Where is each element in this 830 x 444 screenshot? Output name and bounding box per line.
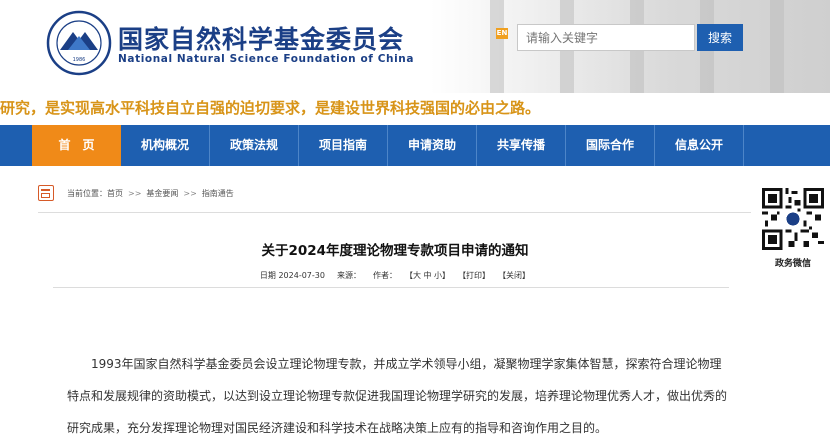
breadcrumb-notices[interactable]: 指南通告 <box>202 189 234 198</box>
breadcrumb-separator: >> <box>128 189 142 198</box>
site-title-cn[interactable]: 国家自然科学基金委员会 <box>118 20 404 56</box>
nav-guide[interactable]: 项目指南 <box>299 125 388 166</box>
font-size-toggle[interactable]: 【大 中 小】 <box>409 271 450 280</box>
site-title-en[interactable]: National Natural Science Foundation of C… <box>118 53 414 65</box>
nav-international[interactable]: 国际合作 <box>566 125 655 166</box>
meta-divider <box>53 287 729 288</box>
nav-sharing[interactable]: 共享传播 <box>477 125 566 166</box>
nsfc-logo[interactable]: 1986 <box>46 10 112 76</box>
location-icon <box>38 185 54 201</box>
article-date: 日期 2024-07-30 <box>259 271 325 280</box>
breadcrumb-separator: >> <box>183 189 197 198</box>
breadcrumb-news[interactable]: 基金要闻 <box>146 189 178 198</box>
nav-disclosure[interactable]: 信息公开 <box>655 125 744 166</box>
english-version-link[interactable]: EN <box>496 28 508 39</box>
breadcrumb-prefix: 当前位置： <box>67 189 107 198</box>
print-link[interactable]: 【打印】 <box>462 271 490 280</box>
nav-about[interactable]: 机构概况 <box>121 125 210 166</box>
svg-text:1986: 1986 <box>73 57 86 63</box>
article-meta: 日期 2024-07-30 来源： 作者： 【大 中 小】 【打印】 【关闭】 <box>0 270 790 281</box>
breadcrumb-home[interactable]: 首页 <box>107 189 123 198</box>
article-title: 关于2024年度理论物理专款项目申请的通知 <box>261 243 529 259</box>
breadcrumb: 当前位置：首页 >> 基金要闻 >> 指南通告 <box>38 185 751 203</box>
article-body: 1993年国家自然科学基金委员会设立理论物理专款，并成立学术领导小组，凝聚物理学… <box>67 348 727 444</box>
article-source: 来源： <box>336 271 361 280</box>
search-input[interactable] <box>517 24 695 51</box>
nav-policy[interactable]: 政策法规 <box>210 125 299 166</box>
article-author: 作者： <box>372 271 397 280</box>
breadcrumb-divider <box>38 212 751 213</box>
close-link[interactable]: 【关闭】 <box>502 271 530 280</box>
main-nav: 首 页 机构概况 政策法规 项目指南 申请资助 共享传播 国际合作 信息公开 <box>0 125 830 166</box>
search-button[interactable]: 搜索 <box>697 24 743 51</box>
nav-funding[interactable]: 申请资助 <box>388 125 477 166</box>
site-header: 1986 国家自然科学基金委员会 National Natural Scienc… <box>0 0 830 93</box>
nav-home[interactable]: 首 页 <box>32 125 121 166</box>
article-paragraph: 1993年国家自然科学基金委员会设立理论物理专款，并成立学术领导小组，凝聚物理学… <box>67 357 728 435</box>
slogan-marquee: 研究，是实现高水平科技自立自强的迫切要求，是建设世界科技强国的必由之路。 <box>0 99 541 117</box>
